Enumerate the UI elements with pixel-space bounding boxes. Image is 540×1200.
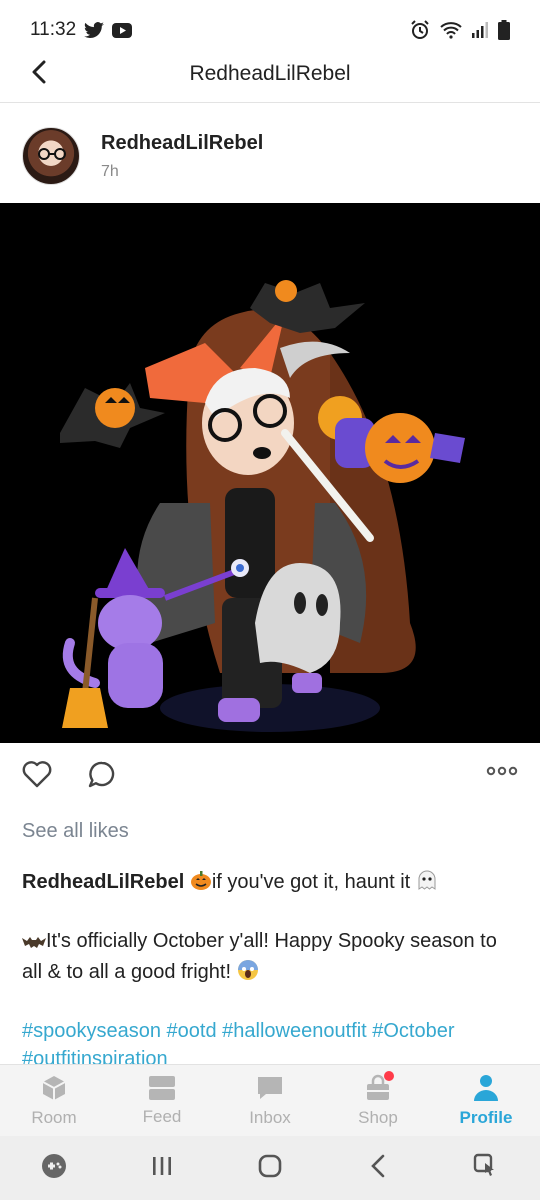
person-icon bbox=[473, 1074, 499, 1102]
recent-apps-icon bbox=[151, 1156, 173, 1181]
app-header: RedheadLilRebel bbox=[0, 45, 540, 103]
comment-icon bbox=[87, 761, 117, 794]
see-all-likes-link[interactable]: See all likes bbox=[22, 820, 129, 843]
more-dots-icon bbox=[486, 764, 518, 781]
status-time: 11:32 bbox=[30, 19, 77, 40]
touch-assist-icon bbox=[473, 1153, 499, 1184]
post-image[interactable] bbox=[0, 203, 540, 743]
heart-icon bbox=[22, 761, 52, 792]
chevron-left-icon bbox=[31, 60, 47, 89]
post-author: RedheadLilRebel 7h bbox=[0, 118, 540, 194]
signal-icon bbox=[472, 22, 488, 38]
twitter-icon bbox=[84, 22, 105, 38]
back-arrow-icon bbox=[370, 1154, 386, 1183]
alarm-icon bbox=[410, 20, 430, 40]
nav-item-inbox[interactable]: Inbox bbox=[216, 1065, 324, 1136]
feed-icon bbox=[148, 1075, 176, 1101]
comment-button[interactable] bbox=[87, 760, 117, 790]
battery-icon bbox=[498, 20, 510, 40]
nav-label-room: Room bbox=[31, 1107, 77, 1127]
nav-label-feed: Feed bbox=[142, 1106, 182, 1126]
room-cube-icon bbox=[40, 1074, 68, 1102]
nav-item-feed[interactable]: Feed bbox=[108, 1065, 216, 1136]
game-launcher-button[interactable] bbox=[34, 1148, 74, 1188]
nav-item-room[interactable]: Room bbox=[0, 1065, 108, 1136]
nav-label-shop: Shop bbox=[358, 1107, 398, 1127]
pumpkin-icon bbox=[190, 869, 212, 899]
recent-apps-button[interactable] bbox=[142, 1148, 182, 1188]
page-title: RedheadLilRebel bbox=[189, 61, 351, 85]
gamepad-icon bbox=[41, 1153, 67, 1184]
ghost-icon bbox=[416, 869, 438, 899]
like-button[interactable] bbox=[22, 760, 52, 790]
caption-line2: It's officially October y'all! Happy Spo… bbox=[22, 930, 497, 983]
more-options-button[interactable] bbox=[486, 764, 518, 784]
accessibility-button[interactable] bbox=[466, 1148, 506, 1188]
home-icon bbox=[258, 1154, 282, 1183]
notification-dot bbox=[384, 1071, 394, 1081]
bottom-nav: Room Feed Inbox Shop Profile bbox=[0, 1064, 540, 1136]
back-button[interactable] bbox=[24, 59, 54, 89]
caption-line1: if you've got it, haunt it bbox=[211, 871, 411, 893]
bat-icon bbox=[22, 930, 46, 958]
post-timestamp: 7h bbox=[101, 162, 119, 180]
post-actions bbox=[0, 754, 540, 798]
avatar-outfit-illustration bbox=[0, 203, 540, 743]
back-nav-button[interactable] bbox=[358, 1148, 398, 1188]
post-caption: RedheadLilRebel if you've got it, haunt … bbox=[22, 868, 522, 1073]
nav-label-inbox: Inbox bbox=[249, 1107, 291, 1127]
avatar[interactable] bbox=[22, 127, 80, 185]
system-nav-bar bbox=[0, 1136, 540, 1200]
nav-item-profile[interactable]: Profile bbox=[432, 1065, 540, 1136]
screaming-face-icon bbox=[237, 959, 259, 989]
wifi-icon bbox=[440, 21, 462, 39]
chat-bubble-icon bbox=[256, 1074, 284, 1102]
caption-username[interactable]: RedheadLilRebel bbox=[22, 871, 184, 893]
author-name[interactable]: RedheadLilRebel bbox=[101, 132, 263, 155]
home-button[interactable] bbox=[250, 1148, 290, 1188]
youtube-icon bbox=[112, 22, 133, 38]
nav-item-shop[interactable]: Shop bbox=[324, 1065, 432, 1136]
nav-label-profile: Profile bbox=[459, 1107, 513, 1127]
